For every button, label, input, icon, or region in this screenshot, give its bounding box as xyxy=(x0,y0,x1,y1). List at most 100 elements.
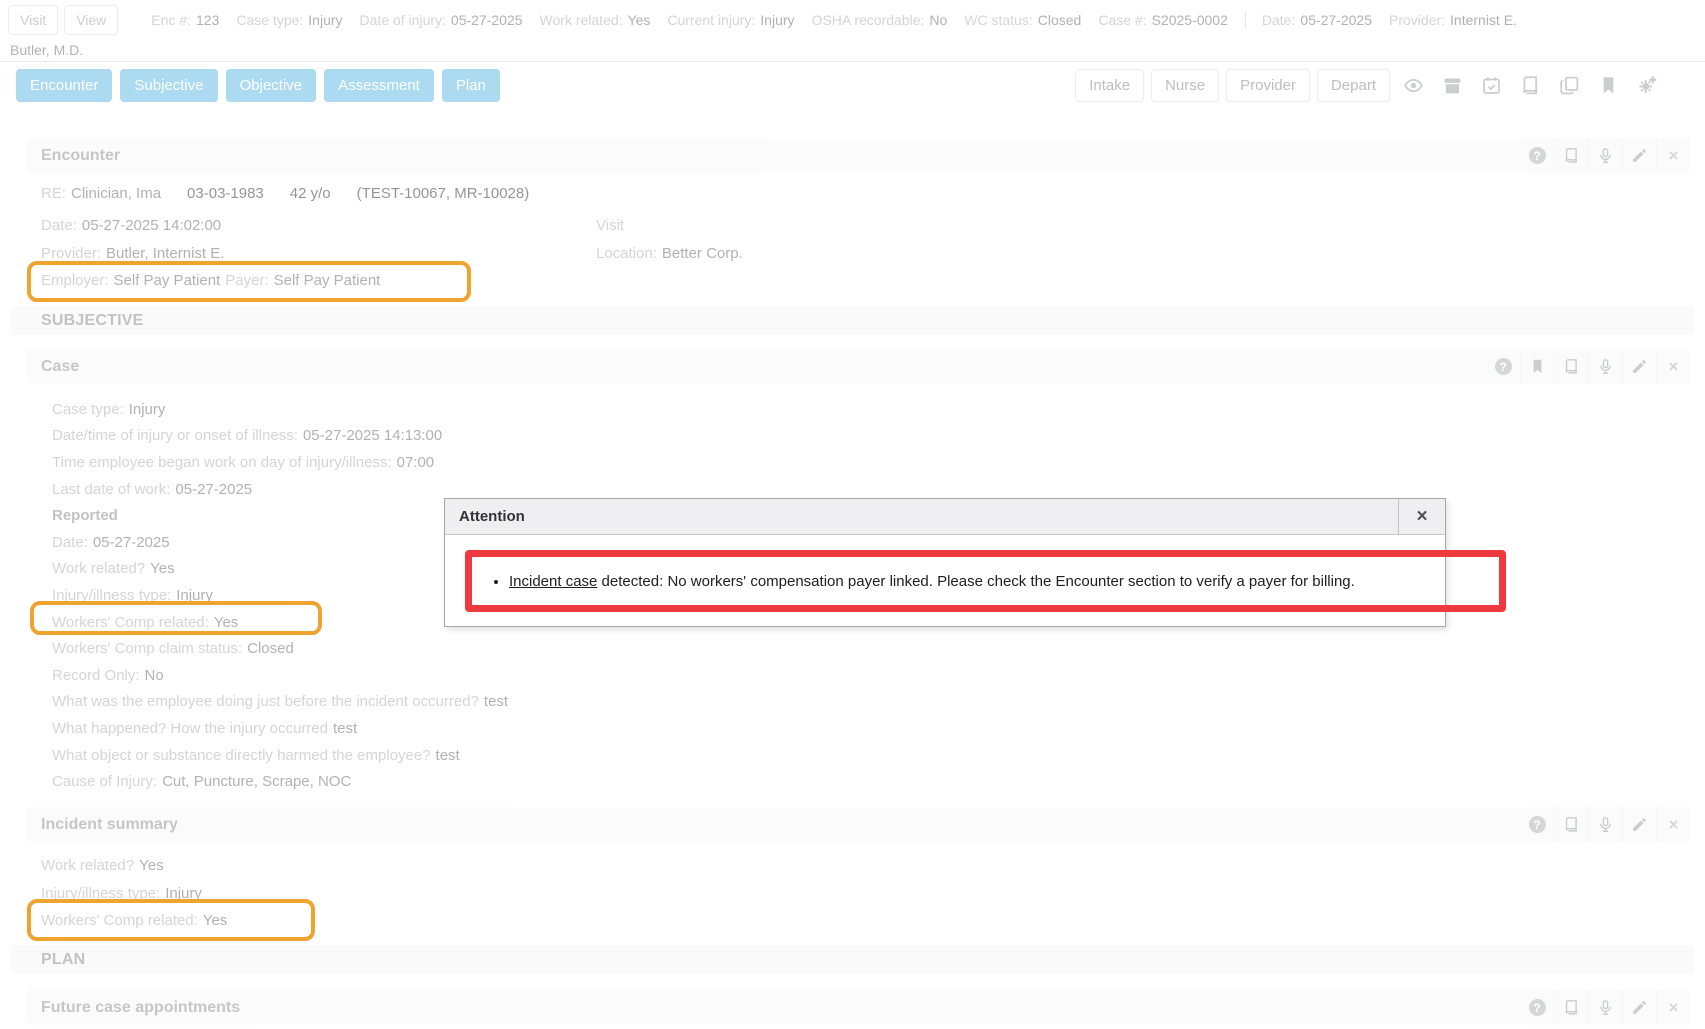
field-value: Cut, Puncture, Scrape, NOC xyxy=(162,773,351,790)
case-field-row: Workers' Comp claim status: Closed xyxy=(52,635,1690,662)
field-label: What happened? How the injury occurred xyxy=(52,720,328,737)
case-field-row: Case type: Injury xyxy=(52,396,1690,423)
field-label: Provider: xyxy=(1389,12,1445,28)
section-title: Case xyxy=(41,358,79,376)
field-label: Work related: xyxy=(540,12,623,28)
field-label: Workers' Comp related: xyxy=(41,912,198,929)
close-icon[interactable]: × xyxy=(1656,349,1690,384)
tab[interactable]: Plan xyxy=(442,69,500,102)
case-info-field: Case type: Injury xyxy=(236,12,342,28)
alert-message: Incident case detected: No workers' comp… xyxy=(509,573,1355,590)
field-value: 05-27-2025 xyxy=(175,481,252,498)
case-info-field: Current injury: Injury xyxy=(667,12,794,28)
case-field-row: Record Only: No xyxy=(52,662,1690,689)
microphone-icon[interactable] xyxy=(1588,349,1622,384)
book-icon[interactable] xyxy=(1554,349,1588,384)
microphone-icon[interactable] xyxy=(1588,138,1622,173)
field-value: 07:00 xyxy=(397,454,435,471)
incident-summary-header: Incident summary ? × xyxy=(27,807,1690,842)
copy-icon[interactable] xyxy=(1553,69,1585,101)
encounter-date-row: Date: 05-27-2025 14:02:00 xyxy=(41,212,596,240)
stage-button[interactable]: Nurse xyxy=(1151,69,1219,102)
toolbar-right: Intake Nurse Provider Depart xyxy=(1075,69,1663,102)
field-label: Record Only: xyxy=(52,667,140,684)
field-value: 123 xyxy=(196,12,219,28)
tab[interactable]: Subjective xyxy=(120,69,217,102)
case-field-row: Date/time of injury or onset of illness:… xyxy=(52,423,1690,450)
pencil-icon[interactable] xyxy=(1622,807,1656,842)
eye-icon[interactable] xyxy=(1397,69,1429,101)
gears-icon[interactable] xyxy=(1631,69,1663,101)
encounter-grid: Date: 05-27-2025 14:02:00 Visit Provider… xyxy=(41,212,1690,295)
close-icon[interactable]: × xyxy=(1656,138,1690,173)
toolbar: Encounter Subjective Objective Assessmen… xyxy=(0,63,1705,107)
case-field-row: Time employee began work on day of injur… xyxy=(52,449,1690,476)
field-value: No xyxy=(145,667,164,684)
stage-button[interactable]: Intake xyxy=(1075,69,1144,102)
calendar-check-icon[interactable] xyxy=(1475,69,1507,101)
tab[interactable]: Encounter xyxy=(16,69,112,102)
close-icon[interactable]: × xyxy=(1398,499,1445,534)
microphone-icon[interactable] xyxy=(1588,807,1622,842)
case-field-row: What was the employee doing just before … xyxy=(52,689,1690,716)
field-value: Closed xyxy=(1038,12,1082,28)
field-label: What object or substance directly harmed… xyxy=(52,747,431,764)
attention-modal-header: Attention × xyxy=(445,499,1445,535)
field-value: 05-27-2025 xyxy=(93,534,170,551)
microphone-icon[interactable] xyxy=(1588,990,1622,1025)
pencil-icon[interactable] xyxy=(1622,138,1656,173)
book-icon[interactable] xyxy=(1554,807,1588,842)
close-icon[interactable]: × xyxy=(1656,990,1690,1025)
tab[interactable]: Objective xyxy=(226,69,317,102)
book-icon[interactable] xyxy=(1554,138,1588,173)
pencil-icon[interactable] xyxy=(1622,349,1656,384)
field-value: 05-27-2025 14:13:00 xyxy=(303,427,442,444)
visit-button[interactable]: Visit xyxy=(8,5,58,35)
stage-button[interactable]: Provider xyxy=(1226,69,1310,102)
field-value: Yes xyxy=(203,912,227,929)
case-info-field: Case #: S2025-0002 xyxy=(1098,12,1228,28)
field-label: Workers' Comp related: xyxy=(52,614,209,631)
field-label: Current injury: xyxy=(667,12,755,28)
incident-case-link: Incident case xyxy=(509,573,597,590)
section-title: Encounter xyxy=(41,147,120,165)
pencil-icon[interactable] xyxy=(1622,990,1656,1025)
field-label: Enc #: xyxy=(151,12,191,28)
field-label: Cause of Injury: xyxy=(52,773,157,790)
tab[interactable]: Assessment xyxy=(324,69,434,102)
case-info-row: Visit View Enc #: 123 Case type: Injury … xyxy=(8,5,1695,35)
field-label: Workers' Comp claim status: xyxy=(52,640,242,657)
help-icon[interactable]: ? xyxy=(1520,138,1554,173)
alert-message-text: detected: No workers' compensation payer… xyxy=(597,573,1354,590)
book-icon[interactable] xyxy=(1514,69,1546,101)
section-title: Future case appointments xyxy=(41,999,240,1017)
field-value: 05-27-2025 xyxy=(1300,12,1372,28)
stage-buttons: Intake Nurse Provider Depart xyxy=(1075,69,1390,102)
help-icon[interactable]: ? xyxy=(1486,349,1520,384)
stage-button[interactable]: Depart xyxy=(1317,69,1390,102)
section-header-icons: ? × xyxy=(1520,990,1690,1025)
incident-summary-body: Work related? Yes Injury/illness type: I… xyxy=(27,842,1690,943)
bookmark-icon[interactable] xyxy=(1592,69,1624,101)
view-button[interactable]: View xyxy=(64,5,118,35)
close-icon[interactable]: × xyxy=(1656,807,1690,842)
future-appointments-header: Future case appointments ? × xyxy=(27,990,1690,1025)
provider-name-wrap: Butler, M.D. xyxy=(8,42,1695,58)
encounter-section: Encounter ? × RE: Clinician, Ima 03-03-1… xyxy=(27,138,1690,303)
help-icon[interactable]: ? xyxy=(1520,990,1554,1025)
field-value: Yes xyxy=(150,560,174,577)
case-info-fields: Enc #: 123 Case type: Injury Date of inj… xyxy=(151,12,1517,28)
case-info-field: WC status: Closed xyxy=(964,12,1081,28)
book-icon[interactable] xyxy=(1554,990,1588,1025)
field-label: Date of injury: xyxy=(360,12,446,28)
encounter-body: RE: Clinician, Ima 03-03-1983 42 y/o (TE… xyxy=(27,173,1690,303)
bookmark-icon[interactable] xyxy=(1520,349,1554,384)
case-info-field: Enc #: 123 xyxy=(151,12,219,28)
case-field-row: What happened? How the injury occurred t… xyxy=(52,715,1690,742)
field-value: S2025-0002 xyxy=(1152,12,1228,28)
archive-icon[interactable] xyxy=(1436,69,1468,101)
field-label: Case type: xyxy=(52,401,124,418)
field-label: Work related? xyxy=(41,857,134,874)
help-icon[interactable]: ? xyxy=(1520,807,1554,842)
case-info-field: Provider: Internist E. xyxy=(1389,12,1517,28)
